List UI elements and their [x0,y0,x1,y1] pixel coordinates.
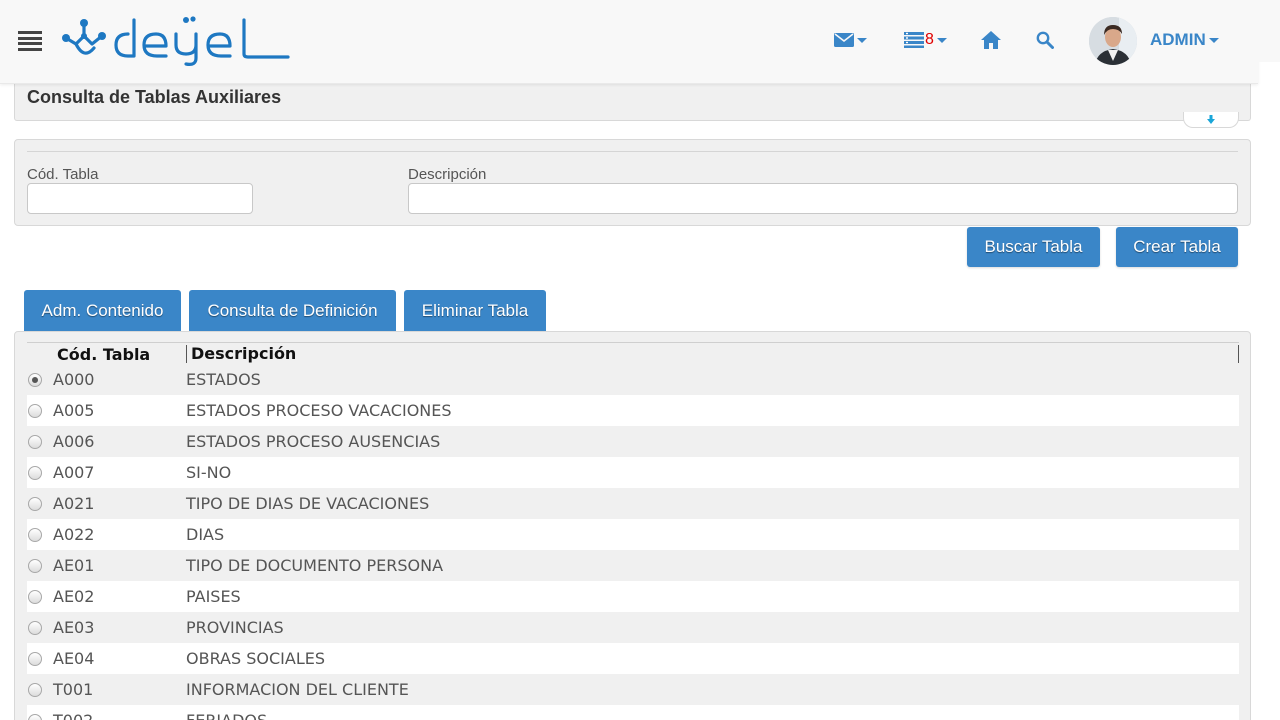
page-title: Consulta de Tablas Auxiliares [27,87,282,107]
row-radio[interactable] [28,497,42,511]
cell-description: ESTADOS PROCESO VACACIONES [186,401,452,420]
row-radio[interactable] [28,683,42,697]
table-row[interactable]: A005 ESTADOS PROCESO VACACIONES [27,395,1239,426]
cell-code: AE04 [53,649,95,668]
cell-description: INFORMACION DEL CLIENTE [186,680,409,699]
mail-menu[interactable] [834,28,867,52]
table-header: Cód. Tabla Descripción [27,342,1239,364]
cell-code: A006 [53,432,95,451]
table-row[interactable]: AE04 OBRAS SOCIALES [27,643,1239,674]
tasks-icon [904,32,924,48]
cell-code: A022 [53,525,95,544]
table-row[interactable]: T001 INFORMACION DEL CLIENTE [27,674,1239,705]
table-row[interactable]: A022 DIAS [27,519,1239,550]
cell-code: T002 [53,711,93,720]
table-row[interactable]: A000 ESTADOS [27,364,1239,395]
tasks-badge: 8 [925,31,934,48]
table-row[interactable]: AE03 PROVINCIAS [27,612,1239,643]
user-menu[interactable]: ADMIN [1150,30,1219,50]
cell-description: PAISES [186,587,241,606]
description-input[interactable] [408,183,1238,214]
row-radio[interactable] [28,373,42,387]
tab-eliminar-tabla[interactable]: Eliminar Tabla [404,290,546,331]
user-avatar[interactable] [1089,17,1137,65]
arrow-down-icon [1207,114,1215,124]
chevron-down-icon [857,37,867,43]
tab-consulta-definicion[interactable]: Consulta de Definición [189,290,396,331]
tables-grid: Cód. Tabla Descripción A000 ESTADOS A005 ES… [27,342,1239,720]
cell-code: AE02 [53,587,95,606]
cell-code: A000 [53,370,95,389]
cell-description: SI-NO [186,463,232,482]
header-edge [1258,0,1280,62]
row-radio[interactable] [28,435,42,449]
cell-code: AE03 [53,618,95,637]
row-radio[interactable] [28,652,42,666]
search-table-button[interactable]: Buscar Tabla [967,227,1100,267]
cell-code: A021 [53,494,95,513]
column-header-description[interactable]: Descripción [186,345,296,363]
cell-description: TIPO DE DOCUMENTO PERSONA [186,556,444,575]
row-radio[interactable] [28,590,42,604]
code-label: Cód. Tabla [27,166,99,183]
cell-description: DIAS [186,525,225,544]
row-radio[interactable] [28,404,42,418]
cell-code: A005 [53,401,95,420]
cell-code: A007 [53,463,95,482]
row-radio[interactable] [28,714,42,720]
row-radio[interactable] [28,559,42,573]
table-row[interactable]: A007 SI-NO [27,457,1239,488]
home-icon [981,31,1001,49]
column-header-code[interactable]: Cód. Tabla [57,345,150,364]
code-input[interactable] [27,183,253,214]
tab-adm-contenido[interactable]: Adm. Contenido [24,290,181,331]
row-radio[interactable] [28,621,42,635]
cell-description: PROVINCIAS [186,618,284,637]
description-label: Descripción [408,166,487,183]
table-panel: Cód. Tabla Descripción A000 ESTADOS A005 ES… [14,331,1251,720]
search-icon [1036,31,1054,49]
column-divider [1238,345,1239,363]
tasks-menu[interactable]: 8 [904,28,947,52]
table-row[interactable]: T002 FERIADOS [27,705,1239,720]
row-radio[interactable] [28,528,42,542]
table-row[interactable]: A021 TIPO DE DIAS DE VACACIONES [27,488,1239,519]
table-row[interactable]: A006 ESTADOS PROCESO AUSENCIAS [27,426,1239,457]
search-button[interactable] [1036,28,1054,52]
cell-code: AE01 [53,556,95,575]
table-row[interactable]: AE01 TIPO DE DOCUMENTO PERSONA [27,550,1239,581]
mail-icon [834,33,854,47]
cell-description: TIPO DE DIAS DE VACACIONES [186,494,430,513]
cell-description: FERIADOS [186,711,267,720]
chevron-down-icon [936,37,947,43]
filter-panel: Cód. Tabla Descripción [14,139,1251,226]
cell-description: OBRAS SOCIALES [186,649,325,668]
cell-code: T001 [53,680,94,699]
row-radio[interactable] [28,466,42,480]
collapse-toggle[interactable] [1183,112,1239,128]
cell-description: ESTADOS PROCESO AUSENCIAS [186,432,441,451]
divider [27,151,1238,152]
chevron-down-icon [1208,37,1219,43]
menu-icon[interactable] [18,31,42,51]
home-button[interactable] [981,28,1001,52]
user-name: ADMIN [1150,30,1206,49]
top-navbar: 8 ADMIN [0,0,1258,84]
table-row[interactable]: AE02 PAISES [27,581,1239,612]
cell-description: ESTADOS [186,370,261,389]
deyel-logo[interactable] [62,14,292,66]
table-body: A000 ESTADOS A005 ESTADOS PROCESO VACACIONE… [27,364,1239,720]
create-table-button[interactable]: Crear Tabla [1116,227,1238,267]
